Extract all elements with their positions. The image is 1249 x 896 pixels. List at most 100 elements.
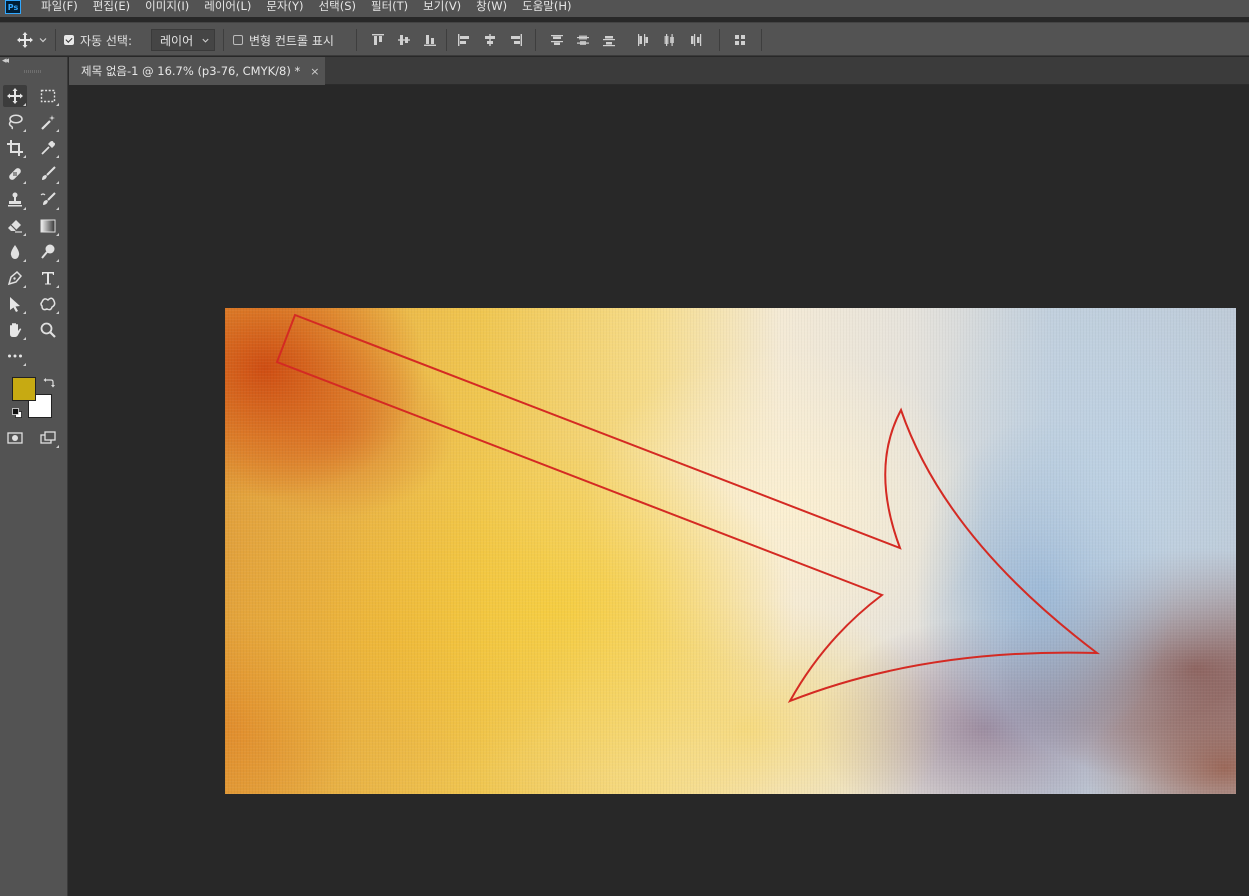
type-icon	[42, 272, 54, 285]
dodge-icon	[41, 244, 55, 259]
arrow-pointer-icon	[10, 297, 20, 312]
zoom-icon	[40, 322, 56, 338]
screen-mode-icon	[40, 431, 56, 444]
chevron-down-icon	[39, 38, 47, 43]
photoshop-logo: Ps	[5, 0, 21, 14]
screen-mode-button[interactable]	[36, 427, 60, 449]
align-vcenter-button[interactable]	[397, 23, 411, 57]
align-top-button[interactable]	[371, 23, 385, 57]
align-bottom-icon	[424, 35, 436, 46]
align-right-button[interactable]	[509, 23, 523, 57]
tool-preset-picker[interactable]	[16, 23, 48, 57]
lasso-icon	[8, 114, 23, 130]
brush-tool[interactable]	[36, 163, 60, 185]
menu-select[interactable]: 선택(S)	[319, 0, 356, 14]
history-brush-tool[interactable]	[36, 189, 60, 211]
menu-file[interactable]: 파일(F)	[41, 0, 78, 14]
options-bar: 자동 선택: 레이어 변형 컨트롤 표시	[0, 22, 1249, 56]
align-bottom-button[interactable]	[423, 23, 437, 57]
path-selection-tool[interactable]	[3, 293, 27, 315]
auto-align-icon	[735, 35, 745, 45]
menu-edit[interactable]: 편집(E)	[93, 0, 130, 14]
show-transform-label: 변형 컨트롤 표시	[249, 33, 334, 48]
document-tab-strip: 제목 없음-1 @ 16.7% (p3-76, CMYK/8) * ×	[69, 57, 1249, 85]
crop-tool[interactable]	[3, 137, 27, 159]
type-tool[interactable]	[36, 267, 60, 289]
eraser-tool[interactable]	[3, 215, 27, 237]
distribute-top-button[interactable]	[550, 23, 564, 57]
custom-shape-tool[interactable]	[36, 293, 60, 315]
move-icon	[7, 88, 23, 104]
canvas-area[interactable]	[69, 85, 1249, 896]
distribute-horizontal-center-icon	[664, 34, 674, 46]
toolbox-header[interactable]: ◂◂	[0, 56, 68, 75]
blur-tool[interactable]	[3, 241, 27, 263]
document-tab[interactable]: 제목 없음-1 @ 16.7% (p3-76, CMYK/8) * ×	[69, 57, 325, 85]
zoom-tool[interactable]	[36, 319, 60, 341]
divider	[223, 29, 224, 51]
divider	[535, 29, 536, 51]
menu-layer[interactable]: 레이어(L)	[204, 0, 251, 14]
auto-align-layers-button[interactable]	[733, 23, 747, 57]
document-canvas[interactable]	[225, 308, 1236, 794]
distribute-top-icon	[551, 35, 563, 45]
eyedropper-tool[interactable]	[36, 137, 60, 159]
swap-colors-icon[interactable]	[43, 376, 55, 388]
distribute-left-button[interactable]	[636, 23, 650, 57]
show-transform-checkbox[interactable]	[233, 35, 243, 45]
quick-mask-button[interactable]	[3, 427, 27, 449]
menu-view[interactable]: 보기(V)	[423, 0, 461, 14]
align-left-button[interactable]	[457, 23, 471, 57]
divider	[761, 29, 762, 51]
edit-toolbar-button[interactable]	[3, 345, 27, 367]
healing-brush-tool[interactable]	[3, 163, 27, 185]
marquee-tool[interactable]	[36, 85, 60, 107]
custom-shape-icon	[40, 297, 56, 311]
auto-select-dropdown[interactable]: 레이어	[151, 29, 215, 51]
clone-stamp-tool[interactable]	[3, 189, 27, 211]
chevron-down-icon	[202, 38, 209, 43]
align-hcenter-button[interactable]	[483, 23, 497, 57]
divider	[446, 29, 447, 51]
distribute-hcenter-button[interactable]	[662, 23, 676, 57]
magic-wand-tool[interactable]	[36, 111, 60, 133]
distribute-bottom-icon	[603, 36, 615, 47]
menu-help[interactable]: 도움말(H)	[522, 0, 571, 14]
dodge-tool[interactable]	[36, 241, 60, 263]
distribute-left-icon	[638, 34, 648, 46]
menu-image[interactable]: 이미지(I)	[145, 0, 189, 14]
menu-type[interactable]: 문자(Y)	[266, 0, 303, 14]
document-tab-title: 제목 없음-1 @ 16.7% (p3-76, CMYK/8) *	[81, 64, 301, 78]
toolbox: ◂◂	[0, 56, 68, 896]
crop-icon	[7, 140, 23, 156]
collapse-icon[interactable]: ◂◂	[2, 56, 9, 66]
hand-tool[interactable]	[3, 319, 27, 341]
distribute-vcenter-button[interactable]	[576, 23, 590, 57]
arrow-shape-outline[interactable]	[225, 308, 1236, 794]
distribute-right-button[interactable]	[688, 23, 702, 57]
foreground-color-swatch[interactable]	[12, 377, 36, 401]
bandage-icon	[9, 168, 21, 180]
distribute-vertical-center-icon	[577, 35, 589, 45]
hand-icon	[10, 323, 22, 337]
menu-window[interactable]: 창(W)	[476, 0, 507, 14]
eraser-icon	[8, 220, 22, 233]
auto-select-value: 레이어	[160, 33, 194, 48]
auto-select-checkbox[interactable]	[64, 35, 74, 45]
eyedropper-icon	[41, 140, 56, 155]
menu-bar: Ps 파일(F) 편집(E) 이미지(I) 레이어(L) 문자(Y) 선택(S)…	[0, 0, 1249, 17]
gradient-icon	[40, 219, 56, 233]
gradient-tool[interactable]	[36, 215, 60, 237]
grip-handle[interactable]	[24, 70, 42, 73]
align-vertical-center-icon	[398, 35, 410, 45]
distribute-bottom-button[interactable]	[602, 23, 616, 57]
align-horizontal-center-icon	[485, 34, 495, 46]
lasso-tool[interactable]	[3, 111, 27, 133]
divider	[356, 29, 357, 51]
more-icon	[8, 354, 22, 358]
menu-filter[interactable]: 필터(T)	[371, 0, 408, 14]
close-icon[interactable]: ×	[310, 65, 319, 78]
move-tool[interactable]	[3, 85, 27, 107]
pen-tool[interactable]	[3, 267, 27, 289]
default-colors-icon[interactable]	[12, 408, 22, 418]
